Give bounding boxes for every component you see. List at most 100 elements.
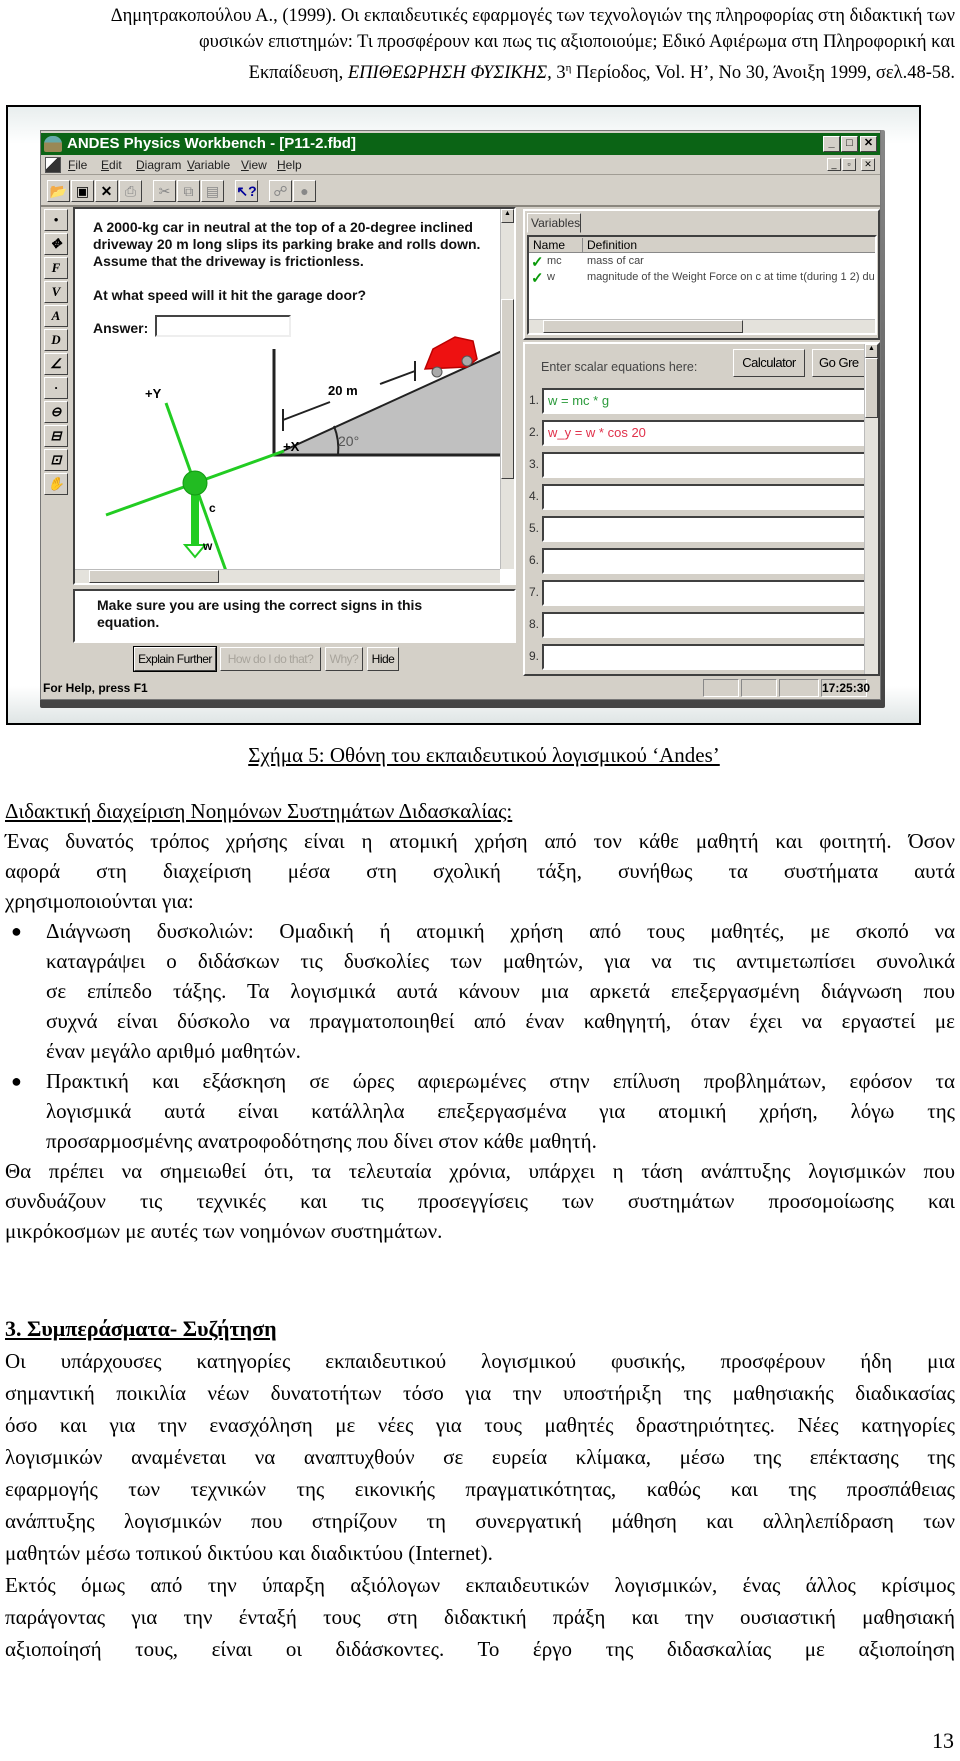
text-line: αφορά στη διαχείριση μέσα στη σχολική τά… <box>5 856 955 886</box>
equations-vertical-scrollbar[interactable]: ▲ <box>864 344 878 674</box>
hide-button[interactable]: Hide <box>367 647 399 671</box>
drawing-tool-3[interactable]: V <box>44 281 68 303</box>
variables-horizontal-scrollbar[interactable] <box>529 319 875 333</box>
drawing-tool-7[interactable]: · <box>44 377 68 399</box>
paragraph: Οι υπάρχουσες κατηγορίες εκπαιδευτικού λ… <box>5 1345 955 1569</box>
explain-icon[interactable]: ● <box>293 180 316 202</box>
menu-diagram[interactable]: Diagram <box>136 158 181 172</box>
text-line: εφαρμογής των τεχνικών της εικονικής πρα… <box>5 1473 955 1505</box>
line-text: εφαρμογής των τεχνικών της εικονικής πρα… <box>5 1477 955 1501</box>
delete-icon[interactable]: ✕ <box>95 180 118 202</box>
text-line: Θα πρέπει να σημειωθεί ότι, τα τελευταία… <box>5 1156 955 1186</box>
drawing-tool-10[interactable]: ⊡ <box>44 449 68 471</box>
scroll-up-arrow[interactable]: ▲ <box>501 209 514 223</box>
explain-further-button[interactable]: Explain Further <box>133 646 217 672</box>
save-icon[interactable]: ▣ <box>71 180 94 202</box>
status-bar: For Help, press F1 17:25:30 <box>41 677 880 699</box>
citation-text: Περίοδος, Vol. Η’, Νο 30, Άνοιξη 1999, σ… <box>571 63 955 84</box>
toolbar: 📂 ▣ ✕ ⎙ ✂ ⧉ ▤ ↖? ☍ ● <box>41 176 880 207</box>
column-name[interactable]: Name <box>533 238 583 252</box>
equation-input[interactable] <box>542 580 873 606</box>
menu-variable[interactable]: Variable <box>187 158 230 172</box>
status-pane <box>741 679 777 697</box>
citation-line-2: φυσικών επιστημών: Τι προσφέρουν και πως… <box>199 32 955 52</box>
paste-icon[interactable]: ▤ <box>201 180 224 202</box>
problem-vertical-scrollbar[interactable]: ▲ <box>500 209 514 569</box>
plus-x-label: +X <box>283 439 300 454</box>
minimize-button[interactable]: _ <box>823 136 840 152</box>
drawing-tool-9[interactable]: ⊟ <box>44 425 68 447</box>
equation-input[interactable] <box>542 452 873 478</box>
equation-input[interactable] <box>542 644 873 670</box>
hint-icon[interactable]: ☍ <box>269 180 292 202</box>
mdi-restore-button[interactable]: ▫ <box>842 158 856 171</box>
check-icon: ✓ <box>531 271 544 287</box>
line-text: Ένας δυνατός τρόπος χρήσης είναι η ατομι… <box>5 829 955 853</box>
drawing-tool-8[interactable]: ⊖ <box>44 401 68 423</box>
copy-icon[interactable]: ⧉ <box>177 180 200 202</box>
text-line: καταγράψει ο διδάσκων τις δυσκολίες των … <box>5 946 955 976</box>
open-icon[interactable]: 📂 <box>47 180 70 202</box>
calculator-button[interactable]: Calculator <box>733 349 805 377</box>
status-clock: 17:25:30 <box>821 679 871 697</box>
drawing-tool-1[interactable]: ✥ <box>44 233 68 255</box>
menu-edit[interactable]: Edit <box>101 158 122 172</box>
document-icon[interactable] <box>45 157 61 173</box>
equation-number: 1. <box>529 393 540 407</box>
menu-file[interactable]: File <box>68 158 87 172</box>
column-definition[interactable]: Definition <box>587 238 637 252</box>
drawing-tool-11[interactable]: ✋ <box>44 473 68 495</box>
scroll-up-arrow[interactable]: ▲ <box>865 344 878 358</box>
title-bar[interactable]: ANDES Physics Workbench - [P11-2.fbd] _ … <box>41 133 880 155</box>
equation-number: 2. <box>529 425 540 439</box>
variables-tab[interactable]: Variables <box>527 213 581 233</box>
print-icon[interactable]: ⎙ <box>119 180 142 202</box>
equation-input[interactable] <box>542 484 873 510</box>
dimension-line <box>379 370 416 385</box>
menu-bar: File Edit Diagram Variable View Help _ ▫… <box>41 155 880 175</box>
menu-view[interactable]: View <box>241 158 267 172</box>
scroll-thumb[interactable] <box>501 299 514 479</box>
drawing-tool-4[interactable]: A <box>44 305 68 327</box>
problem-horizontal-scrollbar[interactable] <box>75 569 500 583</box>
scroll-thumb[interactable] <box>543 320 743 333</box>
variable-row[interactable]: ✓ w magnitude of the Weight Force on c a… <box>529 271 875 287</box>
equation-input[interactable] <box>542 548 873 574</box>
variable-definition: mass of car <box>587 255 644 267</box>
drawing-tool-5[interactable]: D <box>44 329 68 351</box>
line-text: Διάγνωση δυσκολιών: Ομαδική ή ατομική χρ… <box>46 919 955 943</box>
figure-caption: Σχήμα 5: Οθόνη του εκπαιδευτικού λογισμι… <box>248 743 720 767</box>
menu-help[interactable]: Help <box>277 158 302 172</box>
scroll-thumb[interactable] <box>865 358 878 418</box>
why-button[interactable]: Why? <box>325 647 363 671</box>
mdi-close-button[interactable]: ✕ <box>861 158 875 171</box>
close-button[interactable]: ✕ <box>860 136 877 152</box>
variables-panel: Variables Name Definition ✓ mc mass of c… <box>523 209 880 340</box>
line-text: σημαντική ποικιλία νέων δυνατοτήτων τόσο… <box>5 1381 955 1405</box>
scroll-thumb[interactable] <box>89 570 219 583</box>
equation-input[interactable]: w_y = w * cos 20 <box>542 420 873 446</box>
equation-input[interactable] <box>542 516 873 542</box>
equation-input[interactable] <box>542 612 873 638</box>
text-line: έναν μεγάλο αριθμό μαθητών. <box>5 1036 955 1066</box>
variables-list: Name Definition ✓ mc mass of car ✓ w mag… <box>527 235 877 335</box>
mdi-minimize-button[interactable]: _ <box>827 158 841 171</box>
drawing-tool-2[interactable]: F <box>44 257 68 279</box>
drawing-tool-6[interactable]: ∠ <box>44 353 68 375</box>
status-pane <box>703 679 739 697</box>
text-line: σημαντική ποικιλία νέων δυνατοτήτων τόσο… <box>5 1377 955 1409</box>
equation-input[interactable]: w = mc * g <box>542 388 873 414</box>
go-greek-button[interactable]: Go Gre <box>812 349 872 377</box>
variable-name: mc <box>547 255 562 267</box>
how-do-i-do-that-button[interactable]: How do I do that? <box>220 647 321 671</box>
maximize-button[interactable]: □ <box>841 136 858 152</box>
force-label: w <box>203 539 213 553</box>
andes-window: ANDES Physics Workbench - [P11-2.fbd] _ … <box>40 130 881 700</box>
variable-row[interactable]: ✓ mc mass of car <box>529 255 875 271</box>
context-help-icon[interactable]: ↖? <box>235 180 258 202</box>
weight-vector <box>191 487 199 545</box>
drawing-tool-0[interactable]: • <box>44 209 68 231</box>
text-line: προσαρμοσμένης ανατροφοδότησης που δίνει… <box>5 1126 955 1156</box>
cut-icon[interactable]: ✂ <box>153 180 176 202</box>
text-line: Εκτός όμως από την ύπαρξη αξιόλογων εκπα… <box>5 1569 955 1601</box>
